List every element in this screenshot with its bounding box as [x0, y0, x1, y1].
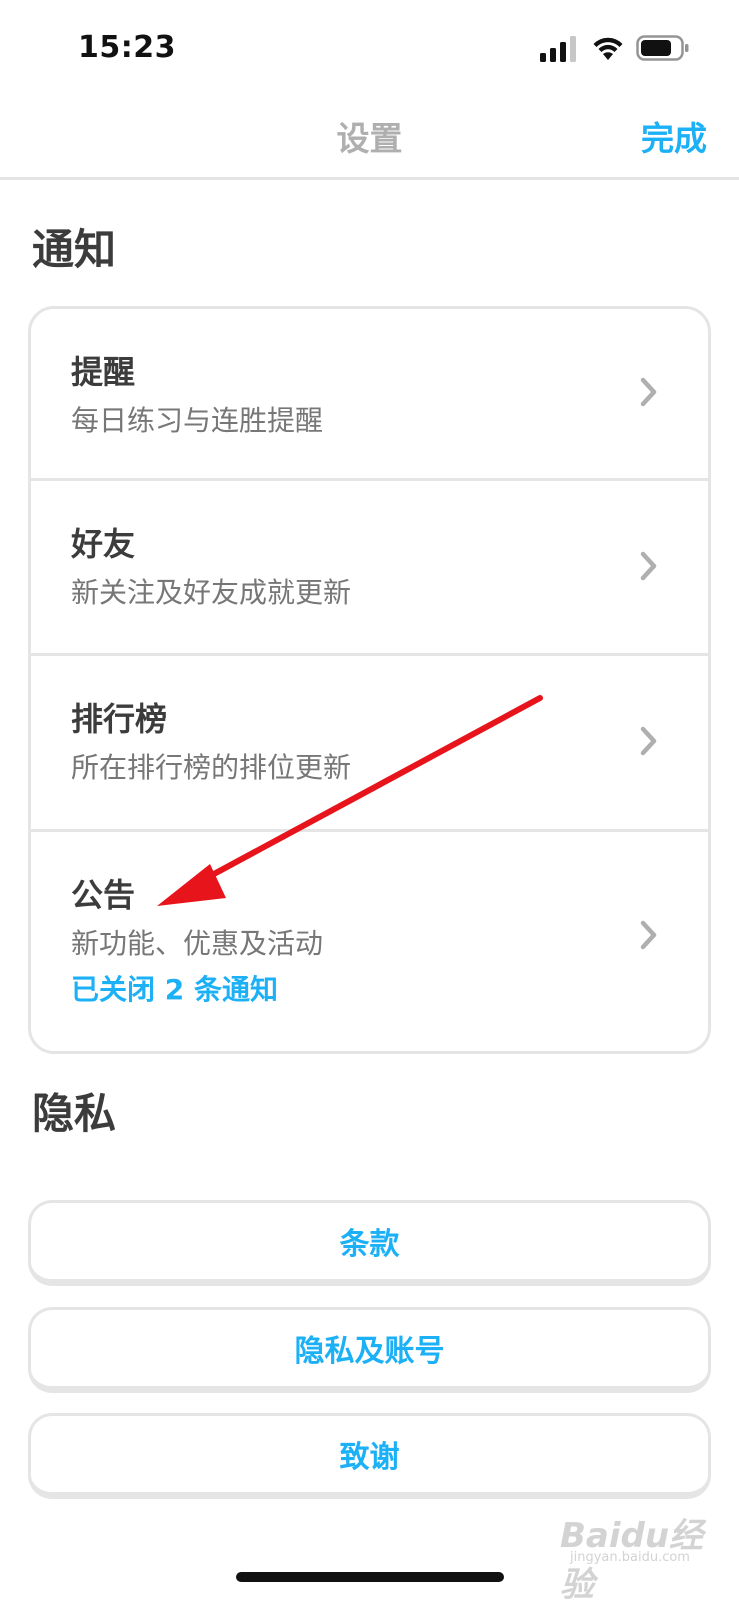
watermark-site: jingyan.baidu.com	[570, 1550, 690, 1565]
notifications-off-status: 已关闭 2 条通知	[71, 973, 278, 1006]
status-time: 15:23	[78, 30, 176, 65]
navigation-bar: 设置 完成	[0, 90, 739, 180]
privacy-account-button[interactable]: 隐私及账号	[28, 1307, 711, 1393]
section-title-privacy: 隐私	[32, 1089, 117, 1138]
row-title: 好友	[71, 525, 136, 563]
row-title: 排行榜	[71, 700, 168, 738]
chevron-right-icon	[640, 377, 657, 407]
settings-row-announcements[interactable]: 公告 新功能、优惠及活动 已关闭 2 条通知	[31, 832, 708, 1051]
battery-icon	[636, 35, 689, 61]
chevron-right-icon	[640, 551, 657, 581]
cellular-signal-icon	[540, 36, 576, 62]
settings-screen: 15:23 设置 完成 通知 提醒 每日练习与连胜提醒 好友 新关注及好友成就更…	[0, 0, 739, 1600]
row-subtitle: 所在排行榜的排位更新	[71, 751, 352, 784]
chevron-right-icon	[640, 726, 657, 756]
row-subtitle: 新功能、优惠及活动	[71, 927, 324, 960]
done-button[interactable]: 完成	[641, 112, 707, 160]
settings-row-leaderboard[interactable]: 排行榜 所在排行榜的排位更新	[31, 656, 708, 832]
row-title: 提醒	[71, 353, 136, 391]
credits-button[interactable]: 致谢	[28, 1413, 711, 1499]
row-subtitle: 新关注及好友成就更新	[71, 576, 352, 609]
page-title: 设置	[336, 119, 403, 158]
chevron-right-icon	[640, 920, 657, 950]
settings-row-friends[interactable]: 好友 新关注及好友成就更新	[31, 481, 708, 656]
terms-button[interactable]: 条款	[28, 1200, 711, 1286]
row-subtitle: 每日练习与连胜提醒	[71, 404, 324, 437]
wifi-icon	[593, 37, 623, 60]
home-indicator[interactable]	[236, 1572, 504, 1582]
section-title-notifications: 通知	[32, 225, 117, 274]
baidu-watermark: Baidu经验 jingyan.baidu.com	[560, 1508, 730, 1600]
notifications-card: 提醒 每日练习与连胜提醒 好友 新关注及好友成就更新 排行榜 所在排行榜的排位更…	[28, 306, 711, 1054]
status-bar: 15:23	[0, 0, 739, 90]
settings-row-reminders[interactable]: 提醒 每日练习与连胜提醒	[31, 309, 708, 481]
row-title: 公告	[71, 876, 136, 914]
